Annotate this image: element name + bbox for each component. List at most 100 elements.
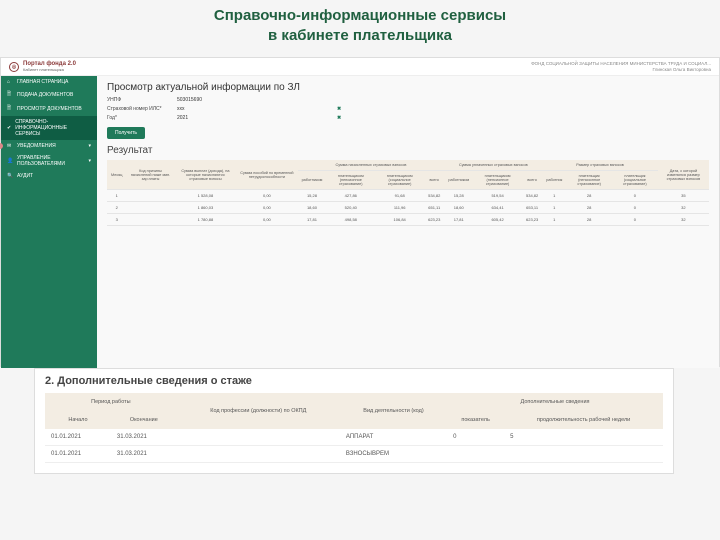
sidebar-item-home[interactable]: ⌂ГЛАВНАЯ СТРАНИЦА — [1, 76, 97, 88]
cell: 623,23 — [424, 214, 444, 226]
col: всего — [424, 171, 444, 190]
cell — [126, 202, 174, 214]
col-group-nachis: Сумма начисленных страховых взносов — [298, 160, 445, 171]
brand-logo-icon: ◎ — [9, 62, 19, 72]
col: плательщик (пенсионное страхование) — [566, 171, 612, 190]
title-line1: Справочно-информационные сервисы — [214, 7, 506, 24]
cell — [126, 214, 174, 226]
table-row: 11 528,080,0015,28427,8691,68534,8215,28… — [107, 190, 709, 202]
col-posobie: Сумма пособий по временной нетрудоспособ… — [236, 160, 297, 190]
cell: 01.01.2021 — [45, 446, 111, 463]
cell: 1 — [542, 214, 566, 226]
get-button[interactable]: Получить — [107, 127, 145, 139]
cell: 1 — [107, 190, 126, 202]
section2-title: 2. Дополнительные сведения о стаже — [45, 375, 663, 387]
cell: 1 860,03 — [175, 202, 237, 214]
ils-input[interactable]: xxx — [177, 106, 267, 112]
stage-table: Период работы Код профессии (должности) … — [45, 393, 663, 463]
col-vid: Вид деятельности (код) — [340, 393, 447, 429]
header-org: ФОНД СОЦИАЛЬНОЙ ЗАЩИТЫ НАСЕЛЕНИЯ МИНИСТЕ… — [531, 61, 711, 72]
cell: 0,00 — [236, 202, 297, 214]
year-input[interactable]: 2021 — [177, 115, 267, 121]
cell: 634,41 — [473, 202, 522, 214]
cell: 32 — [658, 214, 709, 226]
col-dop: Дополнительные сведения — [447, 393, 663, 411]
cell — [504, 446, 663, 463]
cell: 0,00 — [236, 214, 297, 226]
year-label: Год* — [107, 115, 177, 121]
cell: 28 — [566, 190, 612, 202]
brand: ◎ Портал фонда 2.0 Кабинет плательщика — [9, 61, 76, 73]
header-org-line1: ФОНД СОЦИАЛЬНОЙ ЗАЩИТЫ НАСЕЛЕНИЯ МИНИСТЕ… — [531, 61, 711, 66]
col-sum: Сумма выплат (дохода), на которые начисл… — [175, 160, 237, 190]
col-date: Дата, с которой изменился размер страхов… — [658, 160, 709, 190]
sidebar-label: УПРАВЛЕНИЕ ПОЛЬЗОВАТЕЛЯМИ — [17, 155, 84, 167]
sidebar-label: СПРАВОЧНО-ИНФОРМАЦИОННЫЕ СЕРВИСЫ — [15, 119, 91, 137]
sidebar-label: УВЕДОМЛЕНИЯ — [17, 143, 56, 149]
check-icon: ✔ — [7, 125, 11, 131]
cell: 651,11 — [424, 202, 444, 214]
sidebar-item-submit[interactable]: 🗎ПОДАЧА ДОКУМЕНТОВ — [1, 88, 97, 102]
col: плательщиком (пенсионное страхование) — [473, 171, 522, 190]
cell: 520,40 — [326, 202, 375, 214]
sidebar-item-audit[interactable]: 🔍АУДИТ — [1, 170, 97, 182]
cell: 31.03.2021 — [111, 429, 177, 446]
cell: 623,23 — [522, 214, 542, 226]
cell: 519,54 — [473, 190, 522, 202]
col-prof: Код профессии (должности) по ОКПД — [177, 393, 340, 429]
col-group-uplach: Сумма уплаченных страховых взносов — [444, 160, 542, 171]
header-user-name: Глинская Ольга Викторовна — [653, 67, 711, 72]
cell: 32 — [658, 202, 709, 214]
cell: 0 — [612, 214, 658, 226]
cell: 17,81 — [298, 214, 327, 226]
cell: 5 — [504, 429, 663, 446]
sidebar-item-notifications[interactable]: ✉УВЕДОМЛЕНИЯ▾ — [1, 140, 97, 152]
col-pokaz: показатель — [447, 411, 504, 429]
sidebar-label: ГЛАВНАЯ СТРАНИЦА — [17, 79, 68, 85]
cell: 35 — [658, 190, 709, 202]
sidebar-label: ПОДАЧА ДОКУМЕНТОВ — [17, 92, 73, 98]
cell: 106,84 — [375, 214, 424, 226]
cell: ВЗНОСЫВРЕМ — [340, 446, 447, 463]
cell: 31.03.2021 — [111, 446, 177, 463]
col-month: Месяц — [107, 160, 126, 190]
cell: 498,58 — [326, 214, 375, 226]
clear-ils-button[interactable]: ✖ — [337, 106, 341, 112]
clear-year-button[interactable]: ✖ — [337, 115, 341, 121]
cell: 605,42 — [473, 214, 522, 226]
col: всего — [522, 171, 542, 190]
app-header: ◎ Портал фонда 2.0 Кабинет плательщика Ф… — [1, 58, 719, 76]
result-title: Результат — [107, 145, 709, 156]
col: работником — [298, 171, 327, 190]
sidebar-item-info-services[interactable]: ✔ СПРАВОЧНО-ИНФОРМАЦИОННЫЕ СЕРВИСЫ — [1, 116, 97, 140]
sidebar-item-users[interactable]: 👤УПРАВЛЕНИЕ ПОЛЬЗОВАТЕЛЯМИ▾ — [1, 152, 97, 170]
col-end: Окончание — [111, 411, 177, 429]
search-icon: 🔍 — [7, 173, 13, 179]
mail-icon: ✉ — [7, 143, 13, 149]
cell: 15,28 — [298, 190, 327, 202]
sidebar-item-view[interactable]: 🗎ПРОСМОТР ДОКУМЕНТОВ — [1, 102, 97, 116]
cell: 18,60 — [298, 202, 327, 214]
cell — [447, 446, 504, 463]
content-panel: Просмотр актуальной информации по ЗЛ УНП… — [97, 76, 719, 368]
cell — [177, 429, 340, 446]
sidebar-label: ПРОСМОТР ДОКУМЕНТОВ — [17, 106, 82, 112]
cell: 1 — [542, 202, 566, 214]
panel-title: Просмотр актуальной информации по ЗЛ — [107, 82, 709, 93]
cell: 534,82 — [424, 190, 444, 202]
cell: 0 — [612, 190, 658, 202]
ils-label: Страховой номер ИЛС* — [107, 106, 177, 112]
cell: 427,86 — [326, 190, 375, 202]
table-row: 21 860,030,0018,60520,40111,96651,1118,6… — [107, 202, 709, 214]
cell: 0 — [447, 429, 504, 446]
cell: 18,60 — [444, 202, 473, 214]
table-row: 01.01.202131.03.2021 ВЗНОСЫВРЕМ — [45, 446, 663, 463]
unps-value: 503015690 — [177, 97, 267, 103]
cell: 1 780,88 — [175, 214, 237, 226]
unps-label: УНПФ — [107, 97, 177, 103]
col-group-razmer: Размер страховых взносов — [542, 160, 658, 171]
sidebar: ⌂ГЛАВНАЯ СТРАНИЦА 🗎ПОДАЧА ДОКУМЕНТОВ 🗎ПР… — [1, 76, 97, 368]
col: работником — [444, 171, 473, 190]
cell: 91,68 — [375, 190, 424, 202]
cell — [126, 190, 174, 202]
